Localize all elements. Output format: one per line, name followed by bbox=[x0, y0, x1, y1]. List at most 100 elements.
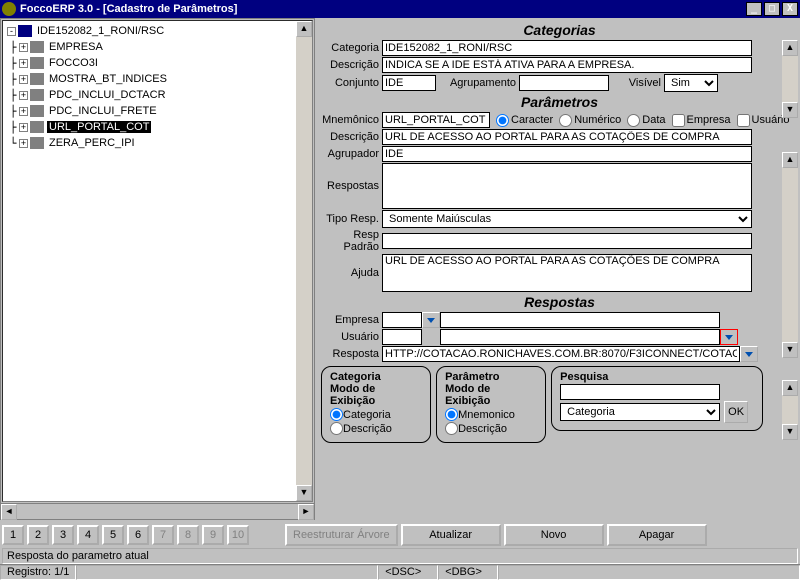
dbg-cell: <DBG> bbox=[438, 565, 498, 580]
resposta-lookup-button[interactable] bbox=[740, 346, 758, 362]
expand-icon[interactable]: + bbox=[19, 139, 28, 148]
page-1-button[interactable]: 1 bbox=[2, 525, 24, 545]
heading-categorias: Categorias bbox=[321, 22, 798, 38]
close-button[interactable]: X bbox=[782, 2, 798, 16]
tipo-numerico-radio[interactable] bbox=[559, 114, 572, 127]
usuario-check[interactable] bbox=[737, 114, 750, 127]
item-icon bbox=[30, 137, 44, 149]
respostas-textarea[interactable] bbox=[382, 163, 752, 209]
usuario-lookup-button[interactable] bbox=[720, 329, 738, 345]
mnemonico-input[interactable] bbox=[382, 112, 490, 128]
item-icon bbox=[30, 105, 44, 117]
dsc-cell: <DSC> bbox=[378, 565, 438, 580]
atualizar-button[interactable]: Atualizar bbox=[401, 524, 501, 546]
pesquisa-ok-button[interactable]: OK bbox=[724, 401, 748, 423]
tree-panel: - IDE152082_1_RONI/RSC ├+EMPRESA ├+FOCCO… bbox=[0, 18, 315, 520]
scroll-down-icon[interactable]: ▼ bbox=[296, 485, 312, 501]
tree-item[interactable]: ├+EMPRESA bbox=[7, 39, 308, 55]
resp-empresa-desc-input[interactable] bbox=[440, 312, 720, 328]
tree-item[interactable]: ├+FOCCO3I bbox=[7, 55, 308, 71]
parametro-mode-group: Parâmetro Modo de Exibição Mnemonico Des… bbox=[436, 366, 546, 443]
heading-respostas: Respostas bbox=[321, 294, 798, 310]
scroll-left-icon[interactable]: ◄ bbox=[1, 504, 17, 520]
agrupador-input[interactable] bbox=[382, 146, 752, 162]
arrow-down-icon bbox=[745, 352, 753, 357]
page-7-button[interactable]: 7 bbox=[152, 525, 174, 545]
categoria-input[interactable] bbox=[382, 40, 752, 56]
tree-item[interactable]: ├+PDC_INCLUI_FRETE bbox=[7, 103, 308, 119]
parametros-scroll[interactable]: ▲▼ bbox=[782, 152, 798, 358]
page-2-button[interactable]: 2 bbox=[27, 525, 49, 545]
item-icon bbox=[30, 57, 44, 69]
cat-mode-categoria-radio[interactable] bbox=[330, 408, 343, 421]
cat-descricao-input[interactable] bbox=[382, 57, 752, 73]
pesquisa-group: Pesquisa CategoriaOK bbox=[551, 366, 763, 431]
registro-cell: Registro: 1/1 bbox=[0, 565, 76, 580]
expand-icon[interactable]: + bbox=[19, 107, 28, 116]
expand-icon[interactable]: + bbox=[19, 123, 28, 132]
status-bar: Resposta do parametro atual bbox=[2, 548, 798, 564]
page-8-button[interactable]: 8 bbox=[177, 525, 199, 545]
pesquisa-input[interactable] bbox=[560, 384, 720, 400]
page-10-button[interactable]: 10 bbox=[227, 525, 249, 545]
expand-icon[interactable]: + bbox=[19, 59, 28, 68]
page-5-button[interactable]: 5 bbox=[102, 525, 124, 545]
bottom-bar: 1 2 3 4 5 6 7 8 9 10 Reestruturar Árvore… bbox=[0, 520, 800, 564]
form-panel: Categorias ▲▼ Categoria Descrição Conjun… bbox=[315, 18, 800, 520]
tree-root[interactable]: - IDE152082_1_RONI/RSC bbox=[7, 23, 308, 39]
novo-button[interactable]: Novo bbox=[504, 524, 604, 546]
title-bar: FoccoERP 3.0 - [Cadastro de Parâmetros] … bbox=[0, 0, 800, 18]
expand-icon[interactable]: + bbox=[19, 43, 28, 52]
resp-usuario-desc-input[interactable] bbox=[440, 329, 720, 345]
cat-mode-descricao-radio[interactable] bbox=[330, 422, 343, 435]
page-9-button[interactable]: 9 bbox=[202, 525, 224, 545]
expand-icon[interactable]: + bbox=[19, 91, 28, 100]
tiporesp-select[interactable]: Somente Maiúsculas bbox=[382, 210, 752, 228]
resp-resposta-input[interactable] bbox=[382, 346, 740, 362]
app-logo-icon bbox=[2, 2, 16, 16]
tree-item[interactable]: ├+PDC_INCLUI_DCTACR bbox=[7, 87, 308, 103]
tipo-caracter-radio[interactable] bbox=[496, 114, 509, 127]
pesquisa-select[interactable]: Categoria bbox=[560, 403, 720, 421]
par-mode-mnem-radio[interactable] bbox=[445, 408, 458, 421]
tree-item[interactable]: └+ZERA_PERC_IPI bbox=[7, 135, 308, 151]
page-4-button[interactable]: 4 bbox=[77, 525, 99, 545]
tipo-data-radio[interactable] bbox=[627, 114, 640, 127]
empresa-lookup-button[interactable] bbox=[422, 312, 440, 328]
page-3-button[interactable]: 3 bbox=[52, 525, 74, 545]
tree-view[interactable]: - IDE152082_1_RONI/RSC ├+EMPRESA ├+FOCCO… bbox=[2, 20, 313, 502]
categorias-scroll[interactable]: ▲▼ bbox=[782, 40, 798, 118]
item-icon bbox=[30, 73, 44, 85]
window-title: FoccoERP 3.0 - [Cadastro de Parâmetros] bbox=[20, 3, 746, 15]
par-mode-desc-radio[interactable] bbox=[445, 422, 458, 435]
expand-icon[interactable]: + bbox=[19, 75, 28, 84]
param-descricao-input[interactable] bbox=[382, 129, 752, 145]
agrupamento-input[interactable] bbox=[519, 75, 609, 91]
tree-vscroll[interactable]: ▲▼ bbox=[296, 21, 312, 501]
respostas-scroll[interactable]: ▲▼ bbox=[782, 380, 798, 440]
item-icon bbox=[30, 41, 44, 53]
minimize-button[interactable]: _ bbox=[746, 2, 762, 16]
maximize-button[interactable]: □ bbox=[764, 2, 780, 16]
tree-hscroll[interactable]: ◄► bbox=[1, 503, 314, 519]
tree-item-selected[interactable]: ├+URL_PORTAL_COT bbox=[7, 119, 308, 135]
collapse-icon[interactable]: - bbox=[7, 27, 16, 36]
reestruturar-button[interactable]: Reestruturar Árvore bbox=[285, 524, 398, 546]
ajuda-textarea[interactable]: URL DE ACESSO AO PORTAL PARA AS COTAÇÕES… bbox=[382, 254, 752, 292]
footer-bar: Registro: 1/1 <DSC> <DBG> bbox=[0, 564, 800, 580]
item-icon bbox=[30, 121, 44, 133]
resp-empresa-input[interactable] bbox=[382, 312, 422, 328]
visivel-select[interactable]: Sim bbox=[664, 74, 718, 92]
page-6-button[interactable]: 6 bbox=[127, 525, 149, 545]
resp-usuario-input[interactable] bbox=[382, 329, 422, 345]
arrow-down-icon bbox=[427, 318, 435, 323]
scroll-up-icon[interactable]: ▲ bbox=[296, 21, 312, 37]
conjunto-input[interactable] bbox=[382, 75, 436, 91]
folder-icon bbox=[18, 25, 32, 37]
arrow-down-icon bbox=[725, 335, 733, 340]
scroll-right-icon[interactable]: ► bbox=[298, 504, 314, 520]
resppadrao-input[interactable] bbox=[382, 233, 752, 249]
tree-item[interactable]: ├+MOSTRA_BT_INDICES bbox=[7, 71, 308, 87]
empresa-check[interactable] bbox=[672, 114, 685, 127]
apagar-button[interactable]: Apagar bbox=[607, 524, 707, 546]
